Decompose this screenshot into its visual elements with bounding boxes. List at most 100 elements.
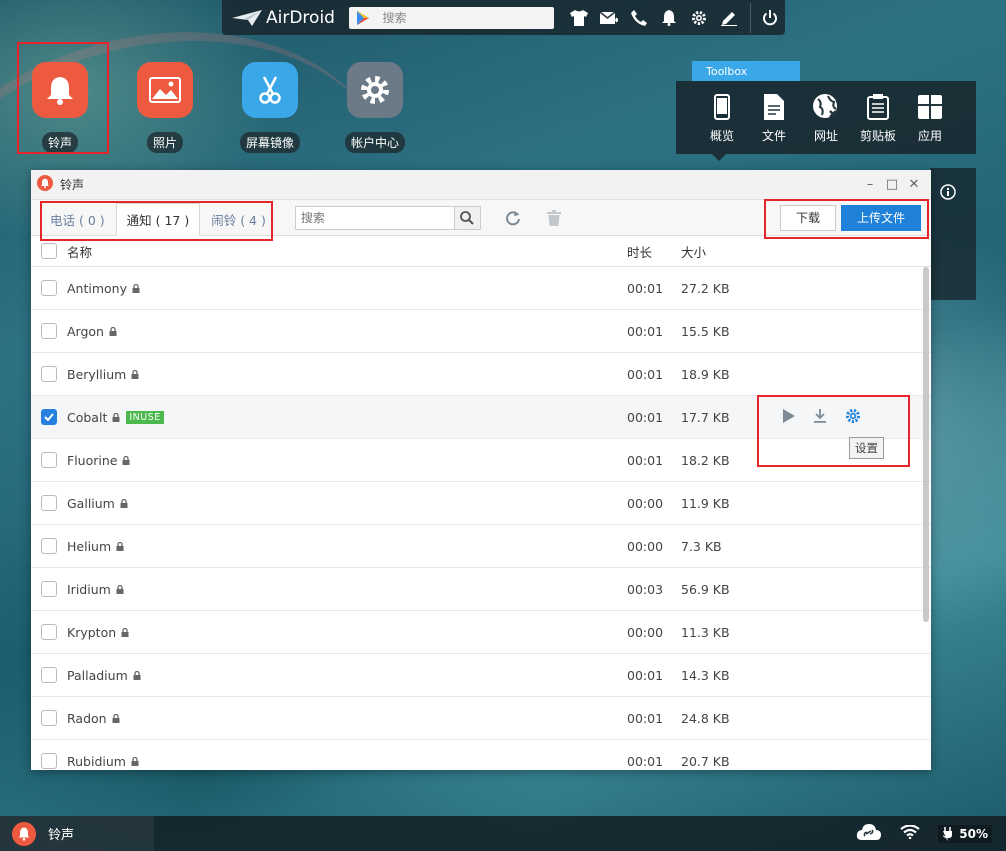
info-icon[interactable] [940,184,956,203]
table-row[interactable]: Palladium 00:01 14.3 KB [31,654,931,697]
toolbox-apps[interactable]: 应用 [904,91,956,154]
toolbox-label: 网址 [813,129,838,143]
scrollbar[interactable] [923,267,929,622]
settings-gear-icon[interactable] [684,3,714,33]
ringtone-name: Cobalt [67,409,108,425]
ringtone-size: 18.9 KB [681,366,730,382]
row-checkbox[interactable] [41,624,57,640]
close-icon[interactable]: ✕ [905,177,923,192]
row-checkbox[interactable] [41,323,57,339]
row-checkbox[interactable] [41,409,57,425]
window-app-icon [37,175,53,194]
ringtones-window: 铃声 – □ ✕ 电话 ( 0 ) 通知 ( 17 ) 闹铃 ( 4 ) 下载 … [31,170,931,770]
ringtone-duration: 00:01 [627,280,664,296]
mail-icon[interactable] [594,3,624,33]
table-row[interactable]: Radon 00:01 24.8 KB [31,697,931,740]
globe-icon [800,91,852,123]
desktop-icon-screen-mirror[interactable]: 屏幕镜像 [225,62,315,153]
toolbox-tab[interactable]: Toolbox [692,61,800,81]
app-search-input[interactable]: 搜索 [348,6,554,29]
ringtone-duration: 00:00 [627,624,664,640]
table-row[interactable]: Krypton 00:00 11.3 KB [31,611,931,654]
toolbox-files[interactable]: 文件 [748,91,800,154]
brand-name: AirDroid [266,7,335,28]
row-name-cell: Cobalt INUSE [67,410,627,425]
ringtone-name: Rubidium [67,753,126,769]
toolbox-overview[interactable]: 概览 [696,91,748,154]
table-row[interactable]: Gallium 00:00 11.9 KB [31,482,931,525]
ringtone-search-input[interactable] [295,206,454,229]
cloud-link-icon[interactable] [856,823,882,844]
lock-icon [112,713,120,723]
taskbar-app-label: 铃声 [48,828,75,843]
trash-icon[interactable] [546,209,561,226]
ringtone-duration: 00:01 [627,366,664,382]
search-icon[interactable] [453,206,480,229]
window-titlebar[interactable]: 铃声 – □ ✕ [31,170,931,200]
battery-indicator: 50% [938,824,992,843]
row-checkbox[interactable] [41,366,57,382]
select-all-checkbox[interactable] [41,243,57,259]
desktop-icon-account-center[interactable]: 帐户中心 [330,62,420,153]
lock-icon [116,541,124,551]
scissors-icon [242,62,298,118]
ringtone-name: Radon [67,710,107,726]
ringtone-duration: 00:01 [627,409,664,425]
lock-icon [131,369,139,379]
row-checkbox[interactable] [41,710,57,726]
row-checkbox[interactable] [41,667,57,683]
column-name: 名称 [67,244,93,260]
toolbox-url[interactable]: 网址 [800,91,852,154]
row-checkbox[interactable] [41,581,57,597]
ringtone-duration: 00:01 [627,452,664,468]
table-row[interactable]: Beryllium 00:01 18.9 KB [31,353,931,396]
notification-bell-icon[interactable] [654,3,684,33]
edit-pen-icon[interactable] [714,3,744,33]
row-checkbox[interactable] [41,538,57,554]
lock-icon [116,584,124,594]
ringtone-duration: 00:01 [627,667,664,683]
ringtone-size: 27.2 KB [681,280,730,296]
row-checkbox[interactable] [41,495,57,511]
row-checkbox[interactable] [41,280,57,296]
search-placeholder: 搜索 [382,11,407,25]
taskbar-app-ringtones[interactable]: 铃声 [0,816,154,851]
power-icon[interactable] [755,3,785,33]
highlight-box [757,395,910,467]
column-size: 大小 [681,244,707,260]
table-row[interactable]: Iridium 00:03 56.9 KB [31,568,931,611]
airdroid-logo[interactable]: AirDroid [232,8,339,28]
clipboard-icon [852,91,904,123]
table-row[interactable]: Argon 00:01 15.5 KB [31,310,931,353]
maximize-icon[interactable]: □ [883,177,901,192]
row-checkbox[interactable] [41,753,57,769]
toolbox-label: 概览 [709,129,734,143]
table-row[interactable]: Rubidium 00:01 20.7 KB [31,740,931,770]
settings-tooltip: 设置 [849,437,884,459]
highlight-box [40,201,273,241]
ringtone-name: Gallium [67,495,115,511]
ringtone-duration: 00:01 [627,323,664,339]
phone-call-icon[interactable] [624,3,654,33]
ringtone-size: 11.9 KB [681,495,730,511]
table-row[interactable]: Antimony 00:01 27.2 KB [31,267,931,310]
row-name-cell: Rubidium [67,754,627,769]
refresh-icon[interactable] [505,210,521,226]
toolbox: 概览 文件 网址 剪贴板 应用 [676,81,976,154]
desktop-icon-photos[interactable]: 照片 [120,62,210,153]
ringtone-name: Fluorine [67,452,118,468]
file-icon [748,91,800,123]
ringtone-duration: 00:00 [627,538,664,554]
ringtone-duration: 00:01 [627,710,664,726]
row-checkbox[interactable] [41,452,57,468]
ringtone-size: 56.9 KB [681,581,730,597]
row-name-cell: Beryllium [67,367,627,382]
minimize-icon[interactable]: – [861,177,879,192]
divider [750,2,751,33]
bell-icon [12,821,36,846]
ringtone-name: Iridium [67,581,111,597]
table-row[interactable]: Helium 00:00 7.3 KB [31,525,931,568]
toolbox-clipboard[interactable]: 剪贴板 [852,91,904,154]
row-name-cell: Antimony [67,281,627,296]
tshirt-icon[interactable] [564,3,594,33]
